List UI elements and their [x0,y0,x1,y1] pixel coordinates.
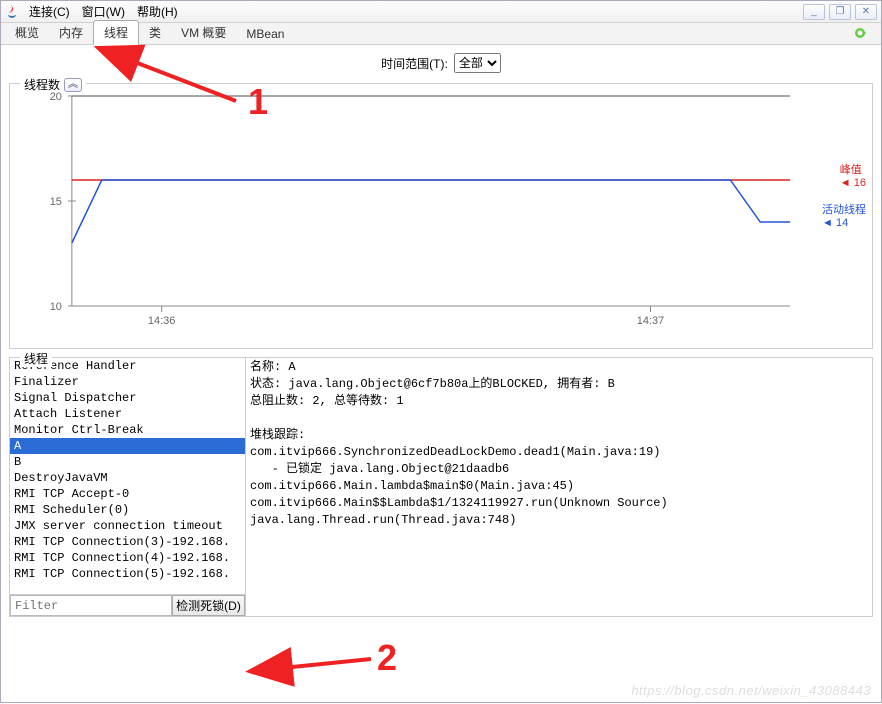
thread-list-item[interactable]: B [10,454,245,470]
minimize-button[interactable]: _ [803,4,825,20]
peak-label: 峰值 [840,164,862,176]
detect-deadlock-button[interactable]: 检测死锁(D) [172,595,245,616]
thread-count-chart: 20 15 10 14:36 14:37 峰值 ◄ 16 活动线程 ◄ 14 [12,86,870,346]
thread-list-item[interactable]: RMI TCP Connection(4)-192.168. [10,550,245,566]
thread-list-item[interactable]: Finalizer [10,374,245,390]
tabbar: 概览 内存 线程 类 VM 概要 MBean [1,23,881,45]
menu-help[interactable]: 帮助(H) [131,1,184,22]
svg-text:15: 15 [50,196,62,208]
tab-mbean[interactable]: MBean [236,24,294,44]
svg-text:14:37: 14:37 [637,315,664,327]
menu-connection[interactable]: 连接(C) [23,1,76,22]
tab-memory[interactable]: 内存 [49,21,93,44]
thread-list-item[interactable]: Signal Dispatcher [10,390,245,406]
java-icon [5,5,19,19]
threads-detail-section: 线程 Reference HandlerFinalizerSignal Disp… [9,357,873,617]
svg-text:20: 20 [50,91,62,103]
threads-section-title: 线程 [20,350,52,367]
thread-list-item[interactable]: RMI TCP Connection(3)-192.168. [10,534,245,550]
annotation-2: 2 [377,637,397,679]
tab-overview[interactable]: 概览 [5,21,49,44]
thread-list-item[interactable]: DestroyJavaVM [10,470,245,486]
thread-list-item[interactable]: Attach Listener [10,406,245,422]
thread-list-item[interactable]: A [10,438,245,454]
menu-window[interactable]: 窗口(W) [76,1,131,22]
svg-text:14:36: 14:36 [148,315,175,327]
thread-list[interactable]: Reference HandlerFinalizerSignal Dispatc… [10,358,245,594]
maximize-button[interactable]: ❐ [829,4,851,20]
thread-list-item[interactable]: JMX server connection timeout [10,518,245,534]
live-label: 活动线程 [822,204,866,216]
watermark: https://blog.csdn.net/weixin_43088443 [631,683,871,698]
thread-count-chart-section: 线程数 ︽ 20 15 10 14:36 14:37 [9,83,873,349]
live-value: 14 [836,217,848,229]
thread-list-item[interactable]: RMI Scheduler(0) [10,502,245,518]
time-range-label: 时间范围(T): [381,55,448,72]
thread-filter-input[interactable] [10,595,172,616]
tab-vm-summary[interactable]: VM 概要 [171,21,236,44]
thread-list-item[interactable]: RMI TCP Connection(5)-192.168. [10,566,245,582]
thread-list-item[interactable]: Monitor Ctrl-Break [10,422,245,438]
close-button[interactable]: ✕ [855,4,877,20]
time-range-select[interactable]: 全部 [454,53,501,73]
thread-detail-pane[interactable]: 名称: A 状态: java.lang.Object@6cf7b80a上的BLO… [246,358,872,616]
peak-value: 16 [854,177,866,189]
svg-text:10: 10 [50,301,62,313]
tab-classes[interactable]: 类 [139,21,171,44]
time-range-controls: 时间范围(T): 全部 [1,45,881,77]
thread-list-item[interactable]: RMI TCP Accept-0 [10,486,245,502]
refresh-icon[interactable] [853,25,871,41]
tab-threads[interactable]: 线程 [93,20,139,45]
